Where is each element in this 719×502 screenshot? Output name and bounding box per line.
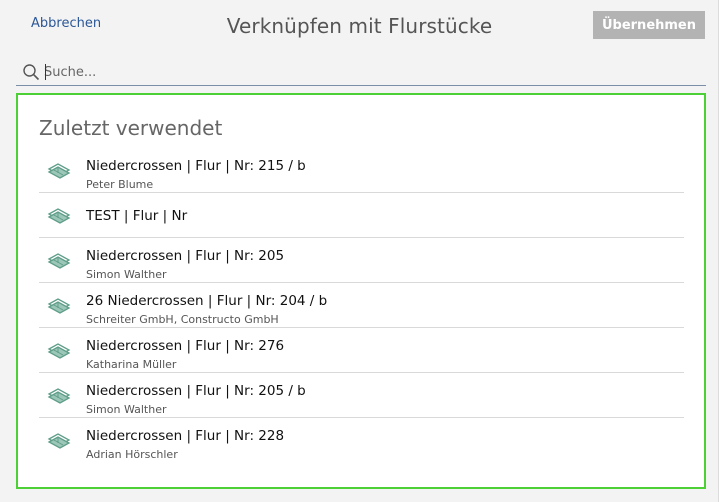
parcel-map-icon	[47, 343, 71, 359]
list-item[interactable]: 26 Niedercrossen | Flur | Nr: 204 / b Sc…	[39, 283, 684, 328]
list-item-title: 26 Niedercrossen | Flur | Nr: 204 / b	[86, 293, 328, 309]
list-item-subtitle: Katharina Müller	[86, 358, 177, 371]
section-title-recent: Zuletzt verwendet	[39, 116, 223, 140]
list-item-subtitle: Peter Blume	[86, 178, 154, 191]
text-caret	[45, 64, 46, 80]
recent-list: Niedercrossen | Flur | Nr: 215 / b Peter…	[39, 148, 684, 463]
parcel-map-icon	[47, 163, 71, 179]
search-icon	[23, 64, 40, 81]
parcel-map-icon	[47, 253, 71, 269]
list-item-title: Niedercrossen | Flur | Nr: 276	[86, 338, 285, 354]
parcel-map-icon	[47, 208, 71, 224]
list-item-title: Niedercrossen | Flur | Nr: 228	[86, 428, 285, 444]
recent-panel: Zuletzt verwendet Niedercrossen | Flur |…	[16, 93, 706, 489]
list-item[interactable]: TEST | Flur | Nr	[39, 193, 684, 238]
list-item-title: TEST | Flur | Nr	[86, 208, 188, 224]
list-item-subtitle: Adrian Hörschler	[86, 448, 178, 461]
parcel-map-icon	[47, 433, 71, 449]
list-item[interactable]: Niedercrossen | Flur | Nr: 215 / b Peter…	[39, 148, 684, 193]
list-item-title: Niedercrossen | Flur | Nr: 205	[86, 248, 285, 264]
dialog-header: Abbrechen Verknüpfen mit Flurstücke Über…	[0, 0, 719, 52]
list-item-title: Niedercrossen | Flur | Nr: 205 / b	[86, 383, 306, 399]
list-item[interactable]: Niedercrossen | Flur | Nr: 276 Katharina…	[39, 328, 684, 373]
list-item[interactable]: Niedercrossen | Flur | Nr: 205 Simon Wal…	[39, 238, 684, 283]
list-item-subtitle: Simon Walther	[86, 403, 167, 416]
list-item-title: Niedercrossen | Flur | Nr: 215 / b	[86, 158, 306, 174]
list-item-subtitle: Schreiter GmbH, Constructo GmbH	[86, 313, 279, 326]
link-parcels-dialog: Abbrechen Verknüpfen mit Flurstücke Über…	[0, 0, 719, 502]
list-item-subtitle: Simon Walther	[86, 268, 167, 281]
search-bar	[16, 60, 706, 86]
list-item[interactable]: Niedercrossen | Flur | Nr: 205 / b Simon…	[39, 373, 684, 418]
search-input[interactable]	[44, 62, 694, 82]
list-item[interactable]: Niedercrossen | Flur | Nr: 228 Adrian Hö…	[39, 418, 684, 463]
parcel-map-icon	[47, 388, 71, 404]
apply-button[interactable]: Übernehmen	[593, 11, 705, 39]
parcel-map-icon	[47, 298, 71, 314]
